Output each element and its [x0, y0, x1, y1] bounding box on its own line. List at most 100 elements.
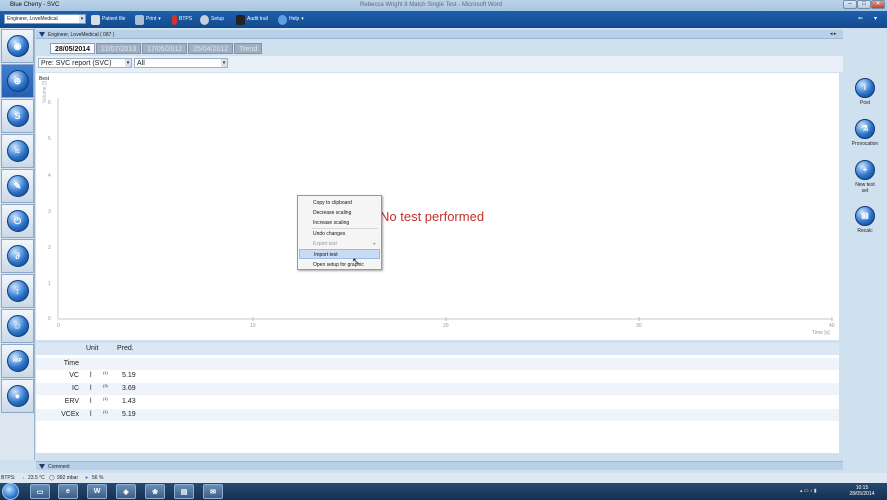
provocation-icon: ⚗	[855, 119, 875, 139]
nav-spirometry-button[interactable]: S	[1, 99, 34, 133]
maximize-button[interactable]: □	[857, 0, 871, 9]
y-tick: 1	[48, 281, 51, 287]
window-title: Blue Cherry - SVC	[10, 2, 60, 8]
taskbar-document[interactable]: ▤	[174, 484, 194, 499]
nav-svc-button[interactable]: ⊕	[1, 64, 34, 98]
menu-item-decrease-scaling[interactable]: Decrease scaling	[299, 208, 380, 218]
btps-button[interactable]: BTPS	[172, 14, 192, 25]
menu-item-undo-changes[interactable]: Undo changes	[299, 229, 380, 239]
recalc-label: Recalc	[857, 228, 873, 234]
row-footnote: (1)	[103, 409, 108, 414]
x-tick: 30	[636, 323, 642, 329]
report-select[interactable]: Pre: SVC report (SVC) ▾	[38, 58, 132, 68]
curve-icon: ≈	[6, 140, 29, 162]
taskbar-blue-cherry[interactable]: ❀	[145, 484, 165, 499]
print-button[interactable]: Print ▾	[135, 14, 161, 25]
tab-date-2[interactable]: 22/07/2013	[96, 43, 142, 54]
gear-icon	[200, 14, 209, 25]
tab-date-4[interactable]: 25/04/2012	[188, 43, 234, 54]
new-test-set-button[interactable]: + New test set	[843, 160, 887, 194]
setup-label: Setup	[211, 16, 225, 22]
row-footnote: (1)	[103, 370, 108, 375]
arrow-back-icon[interactable]: ⇐	[858, 15, 863, 22]
nav-report-button[interactable]: ●	[1, 379, 34, 413]
report-select-value: Pre: SVC report (SVC)	[41, 60, 112, 67]
status-bar: BTPS: ↓ 23.5 °C ◯ 992 mbar ● 56 %	[0, 473, 887, 483]
minimize-button[interactable]: –	[843, 0, 857, 9]
chevron-down-icon: ▾	[79, 15, 85, 23]
power-icon: ⏻	[6, 210, 29, 232]
left-nav: ◉ ⊕ S ≈ ✎ ⏻ ∂ ↕ ☺ MIP ●	[0, 28, 35, 460]
expand-icon[interactable]	[39, 464, 45, 469]
menu-item-export-test[interactable]: Export test ▸	[299, 239, 380, 249]
browser-icon: e	[66, 488, 70, 495]
humidity-icon: ●	[85, 475, 89, 481]
patient-header: Engineer, LoveMedical ( 087 ) ◂ ▸	[36, 30, 843, 39]
taskbar-word[interactable]: W	[87, 484, 107, 499]
nav-loop-button[interactable]: ∂	[1, 239, 34, 273]
table-row: VC l (1) 5.19	[36, 370, 839, 382]
row-footnote: (1)	[103, 396, 108, 401]
engineer-select[interactable]: Engineer, LoveMedical ▾	[4, 14, 86, 24]
post-label: Post	[859, 100, 870, 106]
table-header: Unit Pred.	[36, 343, 839, 355]
patient-file-button[interactable]: Patient file	[91, 14, 125, 25]
tab-date-1[interactable]: 28/05/2014	[50, 43, 96, 54]
start-button[interactable]	[2, 483, 19, 500]
close-button[interactable]: ✕	[871, 0, 885, 9]
help-button[interactable]: Help ▾	[278, 14, 304, 25]
windows-taskbar: ▭ e W ◈ ❀ ▤ ✉ ▴ ▭ ♪ ▮ 10:15 28/05/2014	[0, 483, 887, 500]
nav-home-button[interactable]: ◉	[1, 29, 34, 63]
status-btps: BTPS:	[1, 475, 16, 481]
mail-icon: ✉	[210, 488, 216, 496]
scroll-arrows-icon[interactable]: ◂ ▸	[830, 31, 836, 37]
nav-patient-button[interactable]: ☺	[1, 309, 34, 343]
menu-item-increase-scaling[interactable]: Increase scaling	[299, 218, 380, 228]
taskbar-app[interactable]: ◈	[116, 484, 136, 499]
menu-item-import-test[interactable]: Import test	[299, 249, 380, 259]
row-label: Time	[63, 360, 79, 367]
tab-trend[interactable]: Trend	[234, 43, 263, 54]
chevron-down-icon: ▾	[125, 59, 131, 67]
nav-curve-button[interactable]: ≈	[1, 134, 34, 168]
setup-button[interactable]: Setup	[200, 14, 224, 25]
menu-item-copy-to-clipboard[interactable]: Copy to clipboard	[299, 198, 380, 208]
row-label: ERV	[64, 398, 79, 405]
plot-axes	[57, 98, 833, 321]
filter-select[interactable]: All ▾	[134, 58, 228, 68]
volume-time-plot[interactable]: Best Volume [l] 6 5 4 3 2 1 0 0 10 20 30…	[36, 73, 839, 340]
cherry-icon: ❀	[152, 488, 158, 496]
patient-file-icon	[91, 14, 100, 25]
chevron-down-icon[interactable]: ▾	[874, 15, 877, 22]
status-pressure: 992 mbar	[57, 475, 79, 481]
provocation-button[interactable]: ⚗ Provocation	[843, 119, 887, 147]
tab-date-3[interactable]: 17/05/2012	[142, 43, 188, 54]
comment-bar[interactable]: Comment	[36, 461, 843, 470]
document-icon: ▤	[180, 488, 188, 496]
help-label: Help	[289, 16, 300, 22]
post-button[interactable]: i Post	[843, 78, 887, 106]
y-tick: 4	[48, 173, 51, 179]
nav-flow-button[interactable]: ↕	[1, 274, 34, 308]
help-icon	[278, 14, 287, 25]
audit-trail-button[interactable]: Audit trail	[236, 14, 268, 25]
collapse-icon[interactable]	[39, 32, 45, 37]
context-menu: Copy to clipboard Decrease scaling Incre…	[297, 195, 382, 270]
tray-icons[interactable]: ▴ ▭ ♪ ▮	[800, 488, 817, 494]
nav-mip-mep-button[interactable]: MIP	[1, 344, 34, 378]
table-row: ERV l (1) 1.43	[36, 396, 839, 408]
app-icon: ◈	[123, 488, 129, 496]
taskbar-clock[interactable]: 10:15 28/05/2014	[840, 485, 884, 497]
taskbar-browser[interactable]: e	[58, 484, 78, 499]
taskbar-mail[interactable]: ✉	[203, 484, 223, 499]
row-pred: 5.19	[122, 372, 136, 379]
btps-label: BTPS	[179, 16, 193, 22]
taskbar-explorer[interactable]: ▭	[30, 484, 50, 499]
filter-select-value: All	[137, 60, 145, 67]
x-axis-label: Time [s]	[812, 330, 830, 336]
menu-item-open-setup-for-graphic[interactable]: Open setup for graphic	[299, 260, 380, 270]
recalc-button[interactable]: ▤ Recalc	[843, 206, 887, 234]
row-unit: l	[90, 411, 92, 418]
nav-power-button[interactable]: ⏻	[1, 204, 34, 238]
nav-tool-button[interactable]: ✎	[1, 169, 34, 203]
